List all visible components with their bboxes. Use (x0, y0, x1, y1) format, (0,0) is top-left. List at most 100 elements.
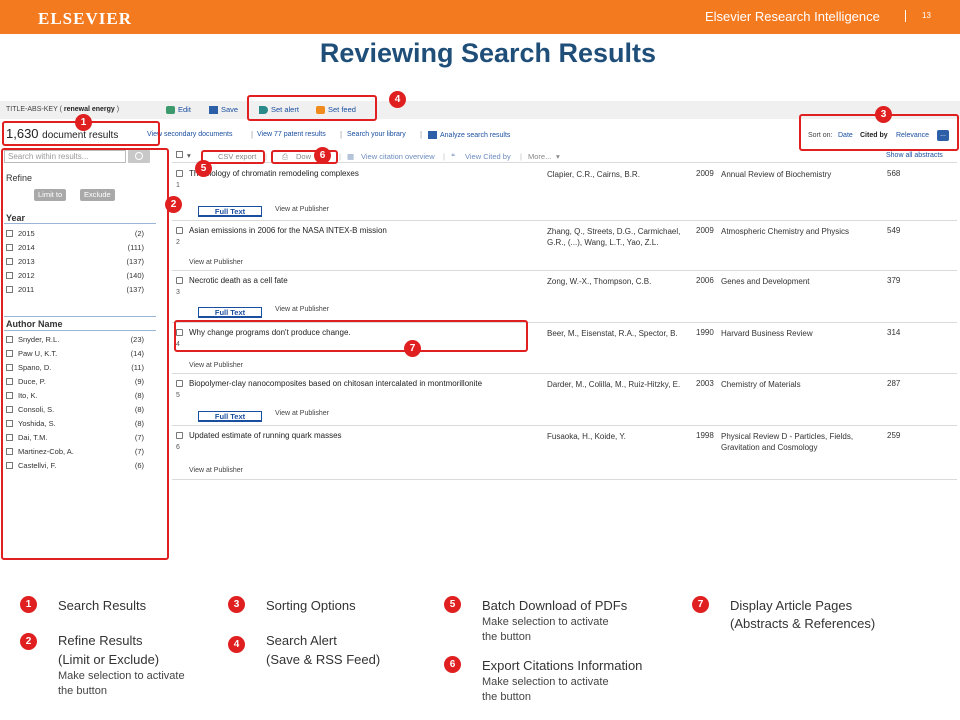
view-cited-by-button[interactable]: View Cited by (465, 152, 511, 161)
result-cited-count[interactable]: 379 (887, 276, 900, 285)
disk-icon (209, 105, 218, 114)
result-source[interactable]: Atmospheric Chemistry and Physics (721, 226, 881, 237)
full-text-button[interactable]: Full Text (198, 411, 262, 422)
result-checkbox[interactable] (176, 380, 183, 387)
legend-badge-3: 3 (228, 596, 245, 613)
result-authors[interactable]: Zong, W.-X., Thompson, C.B. (547, 276, 693, 287)
chevron-down-icon[interactable]: ▾ (556, 152, 560, 161)
view-at-publisher-link[interactable]: View at Publisher (189, 259, 243, 266)
link-separator: | (340, 130, 343, 139)
legend-refine-note: the button (58, 685, 107, 697)
result-authors[interactable]: Fusaoka, H., Koide, Y. (547, 431, 693, 442)
page-title: Reviewing Search Results (319, 38, 657, 68)
result-number: 6 (176, 444, 180, 451)
edit-button[interactable]: Edit (166, 105, 191, 114)
quote-icon: ❝ (451, 152, 456, 161)
link-separator: | (420, 130, 423, 139)
result-cited-count[interactable]: 568 (887, 169, 900, 178)
link-patent-results[interactable]: View 77 patent results (257, 131, 326, 138)
result-authors[interactable]: Darder, M., Colilla, M., Ruiz-Hitzky, E. (547, 379, 693, 390)
result-checkbox[interactable] (176, 432, 183, 439)
legend-export-citations: Export Citations Information (482, 658, 643, 673)
legend-refine-note: Make selection to activate (58, 670, 185, 682)
toolbar-separator: | (339, 152, 341, 161)
legend-badge-2: 2 (20, 633, 37, 650)
highlight-batch-download (201, 150, 265, 164)
result-cited-count[interactable]: 549 (887, 226, 900, 235)
chevron-down-icon[interactable]: ▾ (187, 151, 191, 160)
result-title[interactable]: The biology of chromatin remodeling comp… (189, 169, 359, 178)
view-at-publisher-link[interactable]: View at Publisher (275, 410, 329, 417)
result-number: 2 (176, 239, 180, 246)
row-divider (172, 220, 957, 221)
save-button[interactable]: Save (209, 105, 238, 114)
full-text-button[interactable]: Full Text (198, 307, 262, 318)
result-number: 5 (176, 392, 180, 399)
result-checkbox[interactable] (176, 227, 183, 234)
legend-refine-sub: (Limit or Exclude) (58, 652, 160, 667)
result-title[interactable]: Updated estimate of running quark masses (189, 431, 342, 440)
callout-badge-7: 7 (404, 340, 421, 357)
result-row: 3 Necrotic death as a cell fate Zong, W.… (176, 274, 960, 326)
result-row: 1 The biology of chromatin remodeling co… (176, 167, 960, 219)
page-divider (905, 10, 906, 22)
show-all-abstracts-link[interactable]: Show all abstracts (886, 152, 943, 159)
citation-overview-icon: ▦ (347, 152, 355, 161)
toolbar-separator: | (265, 152, 267, 161)
legend-search-results: Search Results (58, 598, 147, 613)
legend-batch-download: Batch Download of PDFs (482, 598, 628, 613)
result-authors[interactable]: Beer, M., Eisenstat, R.A., Spector, B. (547, 328, 693, 339)
view-citation-overview-button[interactable]: View citation overview (361, 152, 435, 161)
view-at-publisher-link[interactable]: View at Publisher (275, 206, 329, 213)
view-at-publisher-link[interactable]: View at Publisher (275, 306, 329, 313)
result-source[interactable]: Annual Review of Biochemistry (721, 169, 881, 180)
callout-badge-3: 3 (875, 106, 892, 123)
result-checkbox[interactable] (176, 277, 183, 284)
legend-badge-5: 5 (444, 596, 461, 613)
view-at-publisher-link[interactable]: View at Publisher (189, 362, 243, 369)
result-source[interactable]: Physical Review D - Particles, Fields, G… (721, 431, 881, 453)
result-row: 5 Biopolymer-clay nanocomposites based o… (176, 377, 960, 429)
more-menu-button[interactable]: More... (528, 152, 551, 161)
callout-badge-6: 6 (314, 147, 331, 164)
row-divider (172, 425, 957, 426)
result-cited-count[interactable]: 287 (887, 379, 900, 388)
view-at-publisher-link[interactable]: View at Publisher (189, 467, 243, 474)
full-text-button[interactable]: Full Text (198, 206, 262, 217)
callout-badge-2: 2 (165, 196, 182, 213)
analyze-icon (428, 131, 437, 139)
legend-search-alert: Search Alert (266, 633, 337, 648)
legend-badge-1: 1 (20, 596, 37, 613)
callout-badge-5: 5 (195, 160, 212, 177)
legend-badge-6: 6 (444, 656, 461, 673)
result-checkbox[interactable] (176, 170, 183, 177)
result-title[interactable]: Necrotic death as a cell fate (189, 276, 288, 285)
legend-badge-7: 7 (692, 596, 709, 613)
result-source[interactable]: Chemistry of Materials (721, 379, 881, 390)
elsevier-logo: ELSEVIER (38, 9, 132, 28)
result-authors[interactable]: Clapier, C.R., Cairns, B.R. (547, 169, 693, 180)
result-row: 2 Asian emissions in 2006 for the NASA I… (176, 224, 960, 272)
link-search-library[interactable]: Search your library (347, 131, 406, 138)
link-analyze-results[interactable]: Analyze search results (428, 131, 510, 139)
header-bar: ELSEVIER Elsevier Research Intelligence … (0, 0, 960, 34)
toolbar-separator: | (520, 152, 522, 161)
query-close-paren: ) (116, 106, 120, 113)
select-all-checkbox[interactable] (176, 151, 183, 158)
result-source[interactable]: Genes and Development (721, 276, 881, 287)
result-title[interactable]: Asian emissions in 2006 for the NASA INT… (189, 226, 387, 235)
analyze-label: Analyze search results (440, 131, 511, 139)
result-row: 6 Updated estimate of running quark mass… (176, 429, 960, 479)
result-authors[interactable]: Zhang, Q., Streets, D.G., Carmichael, G.… (547, 226, 693, 248)
callout-badge-4: 4 (389, 91, 406, 108)
query-open-paren: ( (59, 106, 62, 113)
row-divider (172, 479, 957, 480)
arrow-icon (166, 105, 175, 114)
save-label: Save (221, 105, 239, 114)
result-number: 1 (176, 182, 180, 189)
result-year: 2006 (696, 276, 714, 285)
result-cited-count[interactable]: 259 (887, 431, 900, 440)
result-title[interactable]: Biopolymer-clay nanocomposites based on … (189, 379, 482, 388)
result-cited-count[interactable]: 314 (887, 328, 900, 337)
result-source[interactable]: Harvard Business Review (721, 328, 881, 339)
